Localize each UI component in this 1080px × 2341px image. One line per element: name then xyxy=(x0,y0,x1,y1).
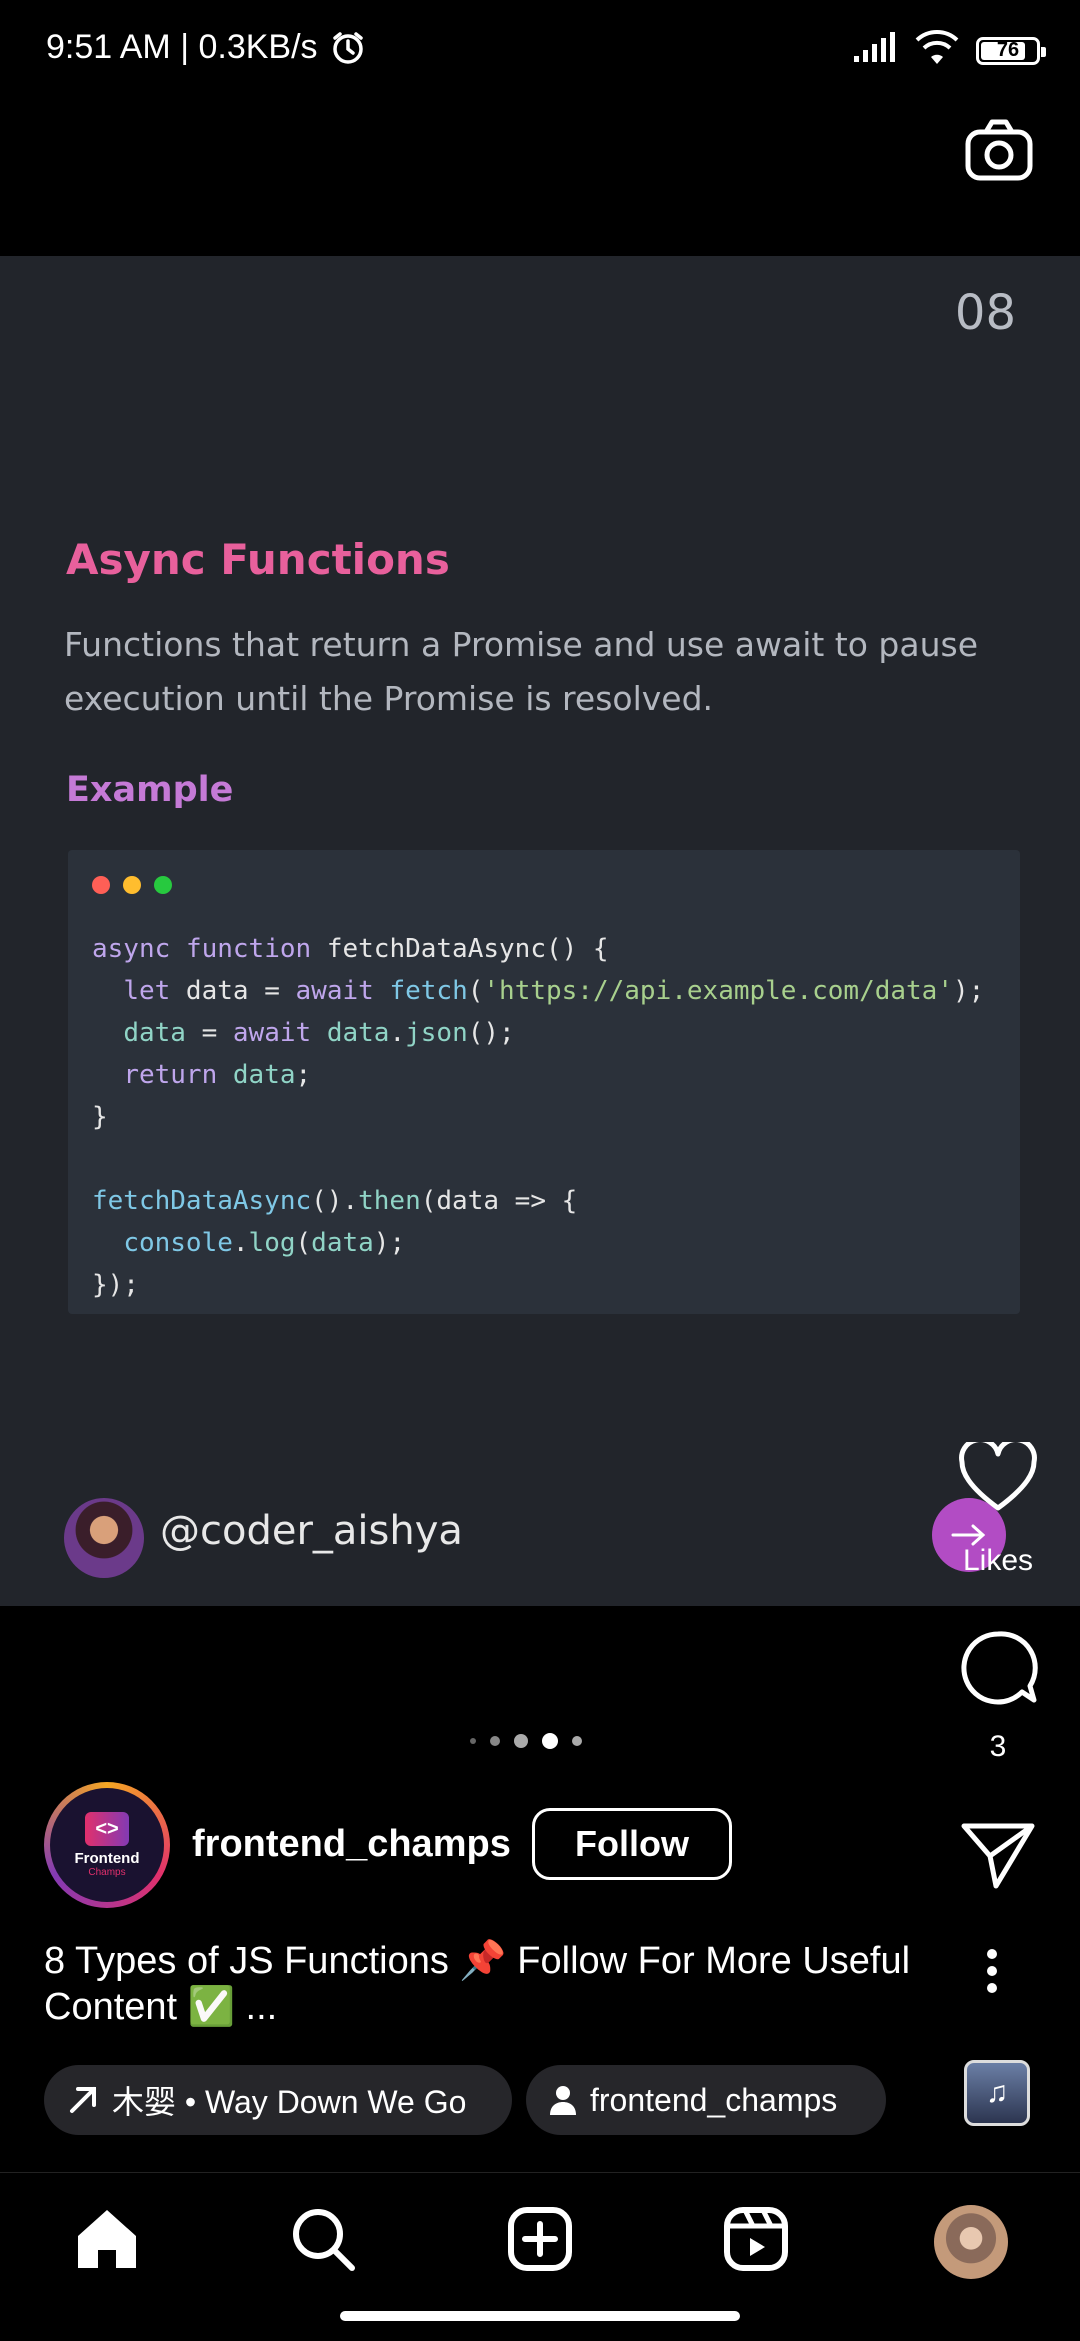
carousel-dot-active xyxy=(542,1733,558,1749)
carousel-dot xyxy=(470,1738,476,1744)
slide-title: Async Functions xyxy=(66,535,450,584)
tagged-user-chip[interactable]: frontend_champs xyxy=(526,2065,886,2135)
tagged-user-label: frontend_champs xyxy=(590,2081,838,2118)
author-handle: @coder_aishya xyxy=(160,1508,463,1554)
search-icon[interactable] xyxy=(290,2206,356,2277)
example-label: Example xyxy=(66,770,234,810)
battery-icon: 76 xyxy=(976,36,1046,65)
signal-icon xyxy=(852,32,898,69)
brand-logo-icon: <> xyxy=(85,1812,129,1846)
more-vertical-icon xyxy=(987,1949,997,1993)
audio-chip[interactable]: 木婴 • Way Down We Go xyxy=(44,2065,512,2135)
comment-button[interactable] xyxy=(958,1628,1038,1713)
slide-description: Functions that return a Promise and use … xyxy=(64,625,979,718)
home-indicator[interactable] xyxy=(340,2311,740,2321)
heart-icon xyxy=(959,1437,1037,1511)
reels-icon[interactable] xyxy=(723,2206,789,2277)
status-time: 9:51 AM | 0.3KB/s xyxy=(46,28,318,66)
wifi-icon xyxy=(914,30,960,71)
account-name[interactable]: frontend_champs xyxy=(192,1823,511,1866)
status-indicators: 76 xyxy=(852,30,1046,71)
likes-label: Likes xyxy=(962,1544,1034,1577)
carousel-dot xyxy=(490,1736,500,1746)
slide-page-number: 08 xyxy=(954,285,1016,341)
carousel-indicator xyxy=(470,1733,582,1749)
comment-icon xyxy=(961,1631,1038,1705)
author-avatar xyxy=(64,1498,144,1578)
profile-avatar[interactable] xyxy=(934,2205,1008,2279)
follow-button[interactable]: Follow xyxy=(532,1808,732,1880)
camera-icon[interactable] xyxy=(964,118,1034,187)
send-icon xyxy=(961,1823,1035,1889)
window-maximize-dot xyxy=(154,876,172,894)
audio-thumbnail[interactable]: ♫ xyxy=(964,2060,1030,2126)
comment-count: 3 xyxy=(989,1730,1007,1763)
account-avatar[interactable]: <> Frontend Champs xyxy=(44,1782,170,1908)
person-icon xyxy=(550,2086,576,2115)
window-close-dot xyxy=(92,876,110,894)
music-note-icon: ♫ xyxy=(985,2076,1009,2109)
trending-arrow-icon xyxy=(70,2087,96,2113)
alarm-icon xyxy=(330,30,366,71)
carousel-dot xyxy=(514,1734,528,1748)
logo-subtext: Champs xyxy=(88,1867,126,1878)
audio-label: 木婴 • Way Down We Go xyxy=(112,2084,467,2120)
share-button[interactable] xyxy=(960,1820,1036,1897)
code-snippet: async function fetchDataAsync() { let da… xyxy=(92,934,985,1300)
battery-level: 76 xyxy=(996,39,1020,61)
post-caption[interactable]: 8 Types of JS Functions 📌 Follow For Mor… xyxy=(44,1938,944,2030)
carousel-dot xyxy=(572,1736,582,1746)
logo-text: Frontend xyxy=(74,1850,140,1867)
window-minimize-dot xyxy=(123,876,141,894)
home-icon[interactable] xyxy=(74,2206,140,2277)
create-post-icon[interactable] xyxy=(507,2206,573,2277)
more-options-button[interactable] xyxy=(985,1948,999,1999)
like-button[interactable] xyxy=(958,1437,1038,1519)
